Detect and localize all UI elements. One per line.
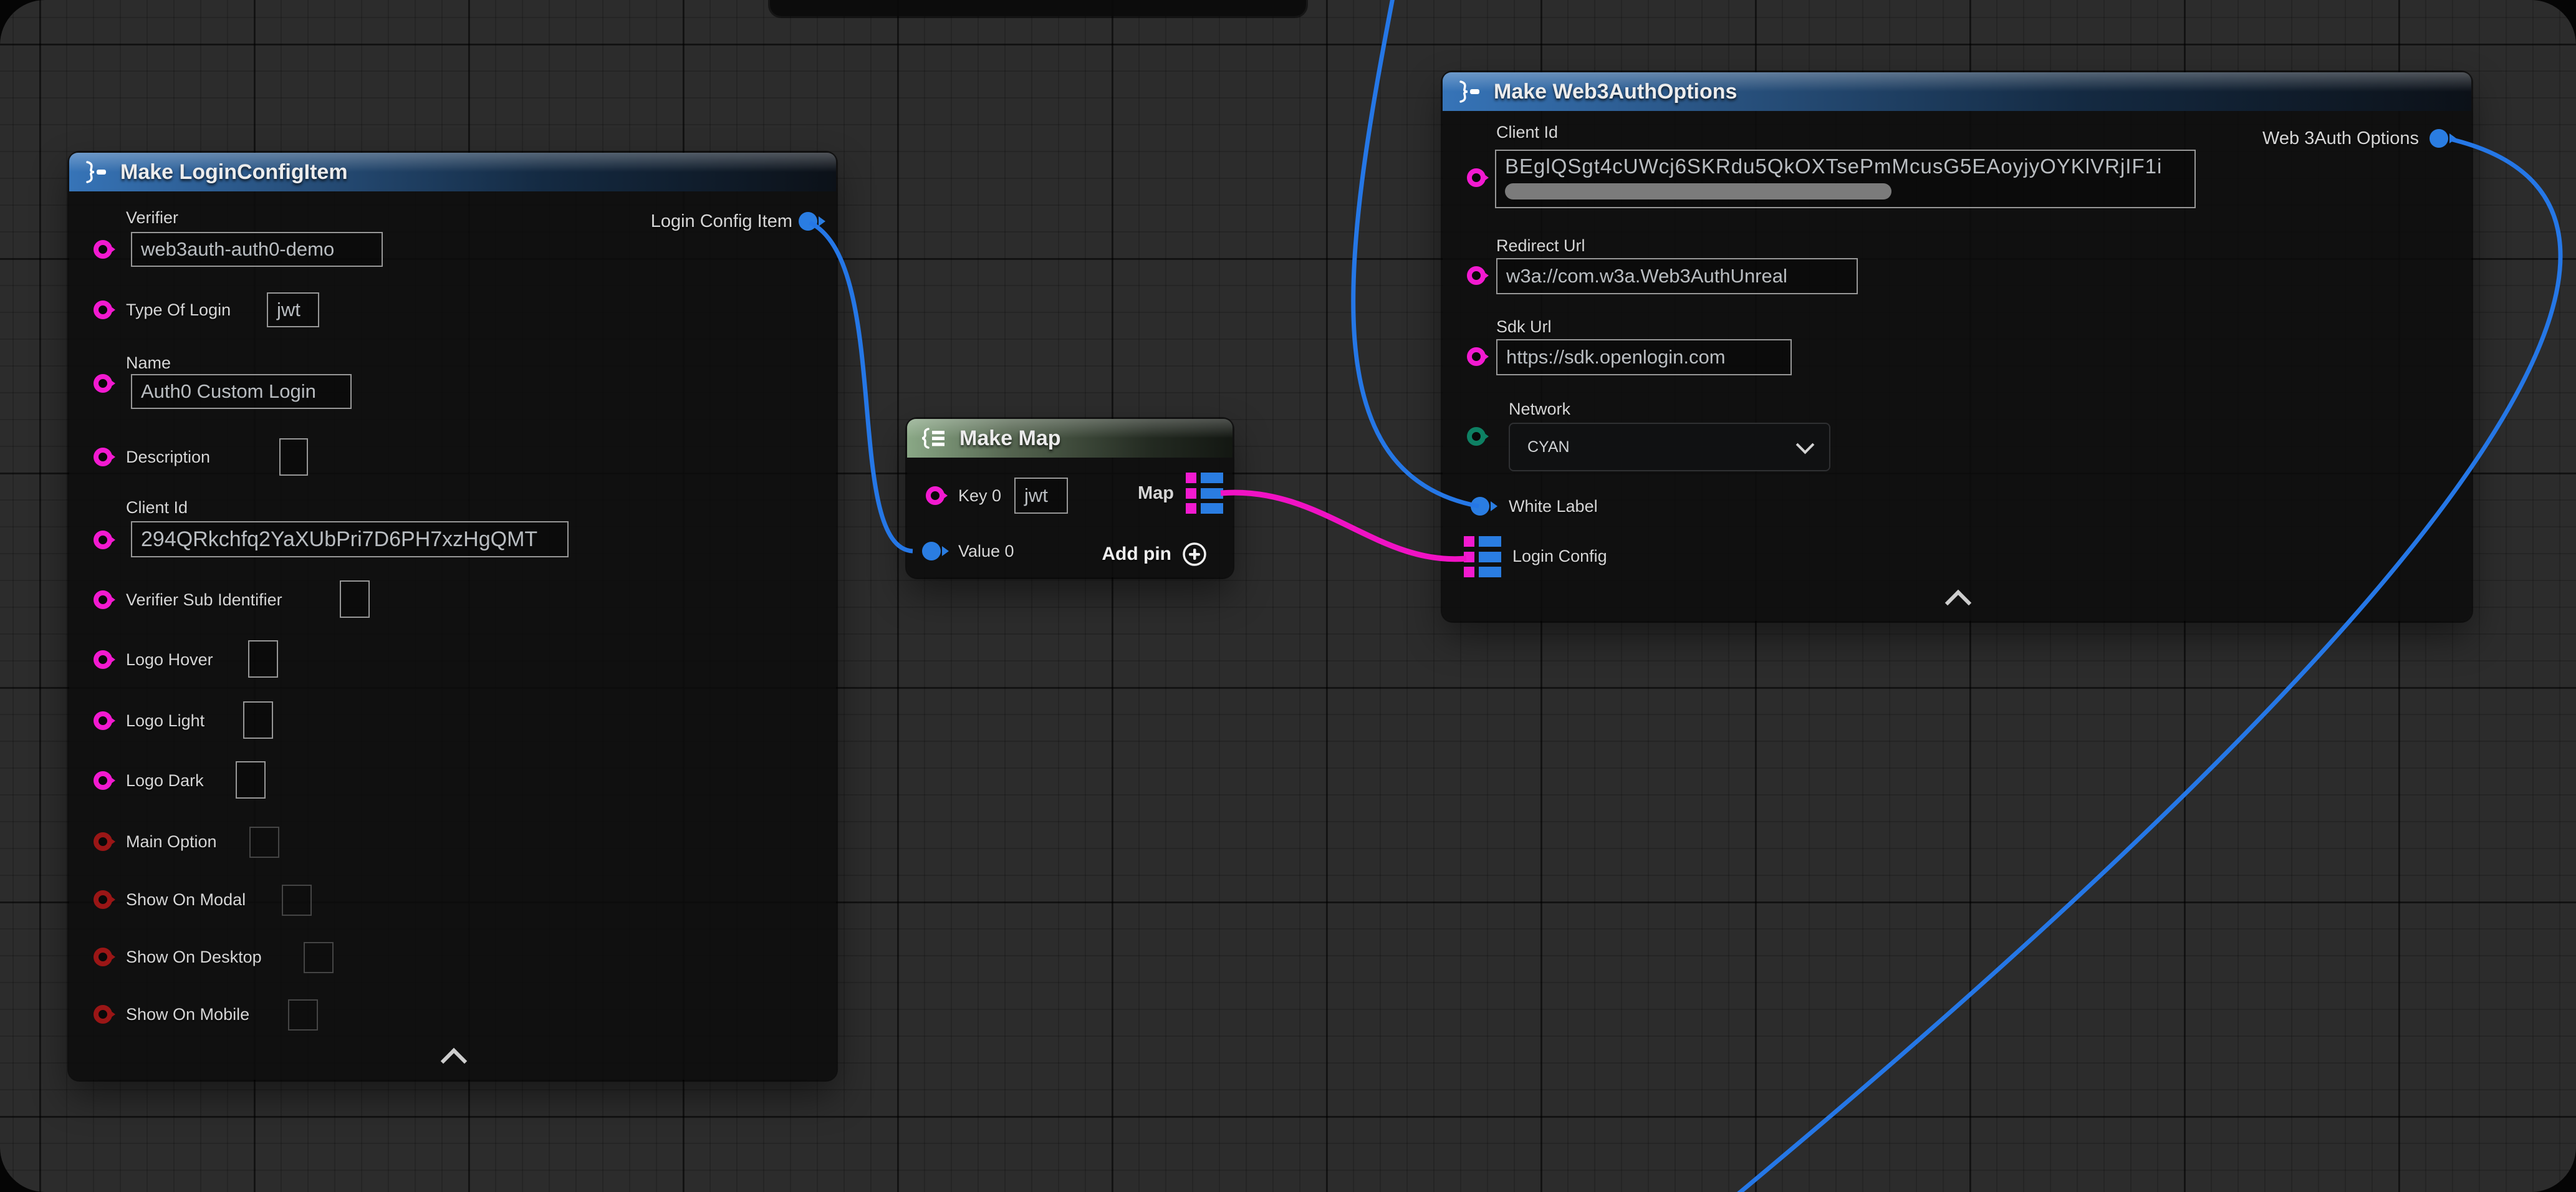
- node-make-map[interactable]: Make Map Key 0 jwt Map Value 0 Add pin: [907, 419, 1233, 577]
- pin-label-logo-dark: Logo Dark: [126, 769, 204, 792]
- pin-login-config[interactable]: [1464, 536, 1502, 577]
- pin-value-0[interactable]: [922, 542, 941, 560]
- node-title: Make Map: [959, 426, 1061, 451]
- name-input[interactable]: Auth0 Custom Login: [131, 374, 352, 409]
- pin-label-value-0: Value 0: [958, 540, 1014, 562]
- key-0-input[interactable]: jwt: [1014, 478, 1068, 514]
- pin-map-out[interactable]: [1186, 473, 1224, 514]
- wire-map-to-login-config[interactable]: [1221, 493, 1466, 559]
- pin-network[interactable]: [1467, 427, 1486, 446]
- make-struct-icon: [1455, 80, 1483, 103]
- pin-label-main-option: Main Option: [126, 830, 217, 853]
- pin-label-verifier-sub-identifier: Verifier Sub Identifier: [126, 589, 282, 611]
- output-pin-label-map: Map: [1138, 482, 1174, 504]
- main-option-checkbox[interactable]: [249, 827, 279, 858]
- node-title: Make LoginConfigItem: [120, 160, 348, 185]
- pin-label-sdk-url: Sdk Url: [1496, 315, 1552, 338]
- output-pin-label: Web 3Auth Options: [2262, 127, 2419, 150]
- verifier-value: web3auth-auth0-demo: [141, 238, 334, 261]
- pin-label-show-on-modal: Show On Modal: [126, 888, 246, 911]
- add-pin-plus-icon: [1181, 541, 1208, 567]
- pin-description[interactable]: [94, 448, 112, 466]
- logo-hover-input[interactable]: [248, 640, 278, 678]
- blueprint-graph-canvas[interactable]: Make LoginConfigItem Login Config Item V…: [0, 0, 2576, 1192]
- pin-client-id[interactable]: [94, 531, 112, 549]
- chevron-down-icon: [1796, 435, 1815, 454]
- client-id-input[interactable]: 294QRkchfq2YaXUbPri7D6PH7xzHgQMT: [131, 521, 569, 557]
- verifier-sub-identifier-input[interactable]: [340, 580, 370, 618]
- partial-node-top[interactable]: [770, 0, 1306, 16]
- make-struct-icon: [82, 160, 109, 184]
- node-title: Make Web3AuthOptions: [1494, 80, 1737, 104]
- pin-web3auth-options-out[interactable]: [2429, 129, 2448, 148]
- add-pin-label: Add pin: [1102, 544, 1171, 565]
- client-id-scrollbar[interactable]: [1505, 183, 1891, 199]
- pin-redirect-url[interactable]: [1467, 266, 1486, 285]
- node-header[interactable]: Make Map: [907, 419, 1233, 458]
- pin-label-logo-hover: Logo Hover: [126, 648, 213, 671]
- output-pin-label: Login Config Item: [651, 210, 792, 233]
- pin-verifier[interactable]: [94, 240, 112, 259]
- name-value: Auth0 Custom Login: [141, 380, 316, 403]
- description-input[interactable]: [279, 438, 308, 476]
- pin-label-description: Description: [126, 446, 210, 468]
- pin-type-of-login[interactable]: [94, 300, 112, 319]
- type-of-login-value: jwt: [277, 299, 300, 321]
- pin-label-network: Network: [1509, 398, 1570, 420]
- pin-label-type-of-login: Type Of Login: [126, 299, 231, 321]
- client-id-value: 294QRkchfq2YaXUbPri7D6PH7xzHgQMT: [141, 527, 537, 552]
- pin-show-on-mobile[interactable]: [94, 1005, 112, 1024]
- pin-label-client-id: Client Id: [1496, 121, 1558, 143]
- pin-name[interactable]: [94, 374, 112, 393]
- show-on-desktop-checkbox[interactable]: [304, 942, 334, 973]
- pin-label-logo-light: Logo Light: [126, 709, 204, 732]
- node-make-loginconfigitem[interactable]: Make LoginConfigItem Login Config Item V…: [69, 153, 836, 1080]
- pin-logo-dark[interactable]: [94, 771, 112, 790]
- key-0-value: jwt: [1024, 484, 1048, 507]
- pin-sdk-url[interactable]: [1467, 347, 1486, 366]
- show-on-mobile-checkbox[interactable]: [288, 999, 318, 1031]
- verifier-input[interactable]: web3auth-auth0-demo: [131, 232, 383, 267]
- pin-label-show-on-desktop: Show On Desktop: [126, 946, 262, 968]
- sdk-url-value: https://sdk.openlogin.com: [1506, 346, 1726, 368]
- network-dropdown[interactable]: CYAN: [1509, 423, 1830, 471]
- pin-label-show-on-mobile: Show On Mobile: [126, 1003, 249, 1026]
- pin-label-login-config: Login Config: [1512, 545, 1607, 567]
- pin-login-config-item-out[interactable]: [799, 212, 817, 231]
- collapse-node-chevron[interactable]: [1945, 590, 1971, 616]
- pin-show-on-modal[interactable]: [94, 890, 112, 909]
- node-make-web3authoptions[interactable]: Make Web3AuthOptions Web 3Auth Options C…: [1443, 72, 2471, 621]
- sdk-url-input[interactable]: https://sdk.openlogin.com: [1496, 339, 1792, 375]
- pin-main-option[interactable]: [94, 832, 112, 851]
- pin-label-name: Name: [126, 352, 171, 374]
- pin-label-redirect-url: Redirect Url: [1496, 234, 1585, 257]
- add-pin-button[interactable]: Add pin: [1102, 541, 1208, 567]
- collapse-node-chevron[interactable]: [441, 1048, 467, 1074]
- pin-white-label[interactable]: [1471, 497, 1489, 516]
- make-map-icon: [920, 426, 948, 450]
- redirect-url-value: w3a://com.w3a.Web3AuthUnreal: [1506, 265, 1787, 287]
- pin-logo-light[interactable]: [94, 711, 112, 730]
- node-header[interactable]: Make LoginConfigItem: [69, 153, 836, 191]
- redirect-url-input[interactable]: w3a://com.w3a.Web3AuthUnreal: [1496, 258, 1858, 294]
- node-header[interactable]: Make Web3AuthOptions: [1443, 72, 2471, 111]
- logo-light-input[interactable]: [243, 701, 273, 739]
- pin-key-0[interactable]: [926, 486, 944, 505]
- pin-label-key-0: Key 0: [958, 484, 1001, 507]
- client-id-value: BEglQSgt4cUWcj6SKRdu5QkOXTsePmMcusG5EAoy…: [1505, 155, 2162, 178]
- pin-client-id[interactable]: [1467, 168, 1486, 187]
- show-on-modal-checkbox[interactable]: [282, 885, 312, 916]
- pin-logo-hover[interactable]: [94, 650, 112, 669]
- network-selected-value: CYAN: [1527, 438, 1570, 456]
- pin-verifier-sub-identifier[interactable]: [94, 590, 112, 609]
- pin-label-verifier: Verifier: [126, 206, 178, 229]
- pin-show-on-desktop[interactable]: [94, 948, 112, 966]
- type-of-login-input[interactable]: jwt: [267, 292, 319, 327]
- logo-dark-input[interactable]: [236, 761, 266, 799]
- pin-label-white-label: White Label: [1509, 495, 1598, 517]
- pin-label-client-id: Client Id: [126, 496, 188, 519]
